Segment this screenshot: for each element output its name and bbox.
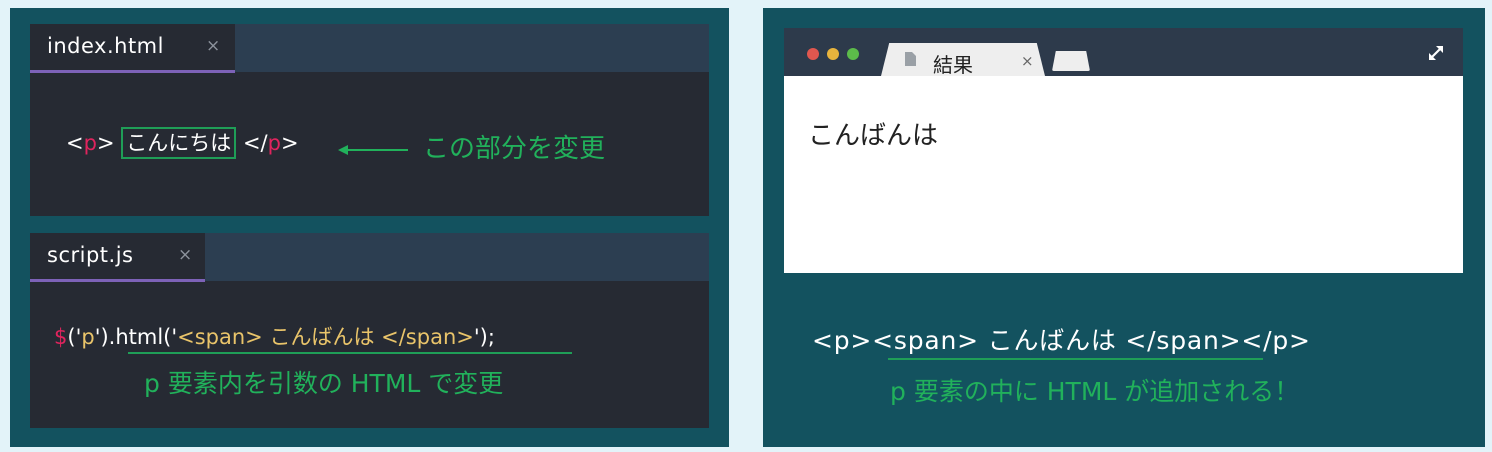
js-code-line: $('p').html('<span> こんばんは </span>');: [54, 325, 495, 349]
browser-content: こんばんは: [784, 76, 1463, 273]
browser-tab-label: 結果: [933, 53, 973, 77]
browser-window: 結果 × こんばんは: [784, 28, 1463, 273]
highlighted-text: こんにちは: [121, 127, 237, 159]
result-underline: [888, 358, 1263, 360]
change-annotation: この部分を変更: [423, 134, 606, 164]
editor-tab-bar: index.html ×: [30, 24, 709, 73]
js-editor: script.js × $('p').html('<span> こんばんは </…: [30, 233, 709, 428]
tab-close-icon[interactable]: ×: [178, 245, 193, 265]
result-panel: 結果 × こんばんは <p><span> こんばんは </span></p> p…: [763, 8, 1485, 447]
rendered-text: こんばんは: [808, 121, 939, 151]
arrow-left-icon: [338, 145, 408, 155]
editor-tab-bar: script.js ×: [30, 233, 709, 282]
expand-icon[interactable]: [1427, 44, 1445, 62]
browser-title-bar: 結果 ×: [784, 28, 1463, 76]
tab-label: script.js: [47, 243, 134, 267]
code-panel: index.html × <p> こんにちは </p> この部分を変更 scri…: [10, 8, 729, 447]
tab-script-js[interactable]: script.js ×: [30, 233, 205, 282]
close-dot-icon[interactable]: [807, 48, 819, 60]
tab-index-html[interactable]: index.html ×: [30, 24, 235, 73]
html-code-line: <p> こんにちは </p>: [66, 127, 299, 159]
browser-tab-result[interactable]: 結果 ×: [881, 43, 1045, 76]
result-code: <p><span> こんばんは </span></p>: [812, 326, 1311, 355]
html-editor: index.html × <p> こんにちは </p> この部分を変更: [30, 24, 709, 216]
result-annotation: p 要素の中に HTML が追加される！: [890, 377, 1300, 406]
tab-label: index.html: [47, 34, 164, 58]
zoom-dot-icon[interactable]: [847, 48, 859, 60]
tab-close-icon[interactable]: ×: [206, 36, 221, 56]
code-underline: [128, 352, 572, 354]
minimize-dot-icon[interactable]: [827, 48, 839, 60]
tab-close-icon[interactable]: ×: [1021, 52, 1034, 70]
new-tab-button[interactable]: [1052, 51, 1090, 71]
file-icon: [905, 52, 916, 66]
js-annotation: p 要素内を引数の HTML で変更: [144, 369, 504, 398]
